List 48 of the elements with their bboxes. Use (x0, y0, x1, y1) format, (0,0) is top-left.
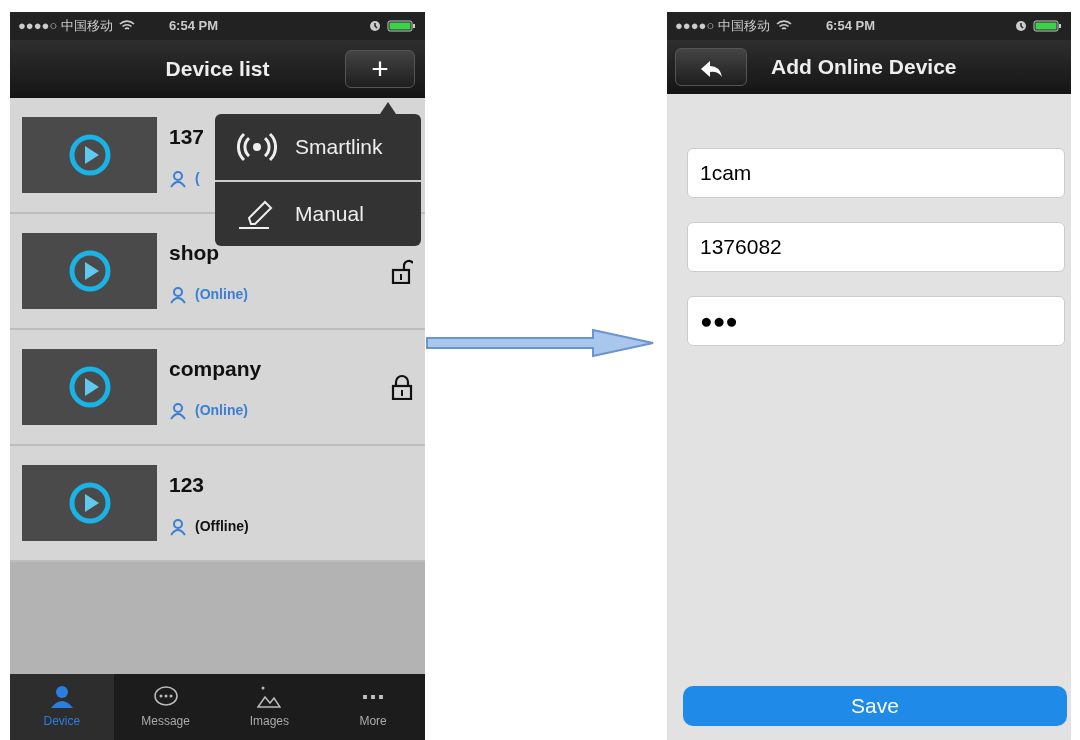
carrier-text: ●●●●○ 中国移动 (675, 17, 770, 36)
user-icon (169, 517, 187, 536)
input-field[interactable]: 1cam (687, 148, 1065, 198)
play-icon[interactable] (67, 365, 112, 409)
status-time: 6:54 PM (168, 17, 218, 36)
menu-item[interactable]: Manual (215, 180, 421, 246)
alarm-icon (369, 20, 381, 32)
screen-title: Device list (165, 56, 270, 83)
tab[interactable]: Images (217, 674, 322, 740)
person-icon (49, 684, 74, 709)
alarm-icon (1015, 20, 1027, 32)
input-field[interactable]: ●●● (687, 296, 1065, 346)
battery-icon (1033, 20, 1063, 32)
device-name: 123 (169, 471, 205, 498)
device-status: (Offline) (195, 517, 249, 537)
screen-title: Add Online Device (771, 54, 957, 81)
device-name: company (169, 355, 262, 382)
speech-bubble-icon (153, 684, 178, 709)
battery-icon (387, 20, 417, 32)
input-field[interactable]: 1376082 (687, 222, 1065, 272)
device-status: ( (195, 169, 200, 189)
wireless-signal-icon (237, 131, 277, 163)
back-button[interactable] (675, 48, 747, 86)
add-button[interactable]: + (345, 50, 415, 88)
more-dots-icon (361, 694, 386, 699)
mountain-image-icon (257, 684, 282, 709)
save-button[interactable]: Save (683, 686, 1067, 726)
wifi-icon (118, 20, 135, 32)
user-icon (169, 169, 187, 188)
play-icon[interactable] (67, 133, 112, 177)
device-status: (Online) (195, 401, 248, 421)
user-icon (169, 285, 187, 304)
menu-item[interactable]: Smartlink (215, 114, 421, 180)
play-icon[interactable] (67, 249, 112, 293)
photo-placeholder[interactable] (22, 233, 157, 309)
status-time: 6:54 PM (825, 17, 875, 36)
device-name: 137 (169, 123, 205, 150)
photo-placeholder[interactable] (22, 117, 157, 193)
tab[interactable]: Message (113, 674, 218, 740)
back-arrow-icon (699, 60, 723, 79)
carrier-text: ●●●●○ 中国移动 (18, 17, 113, 36)
photo-placeholder[interactable] (22, 349, 157, 425)
play-icon[interactable] (67, 481, 112, 525)
wifi-icon (775, 20, 792, 32)
photo-placeholder[interactable] (22, 465, 157, 541)
tab[interactable]: More (321, 674, 425, 740)
user-icon (169, 401, 187, 420)
device-status: (Online) (195, 285, 248, 305)
